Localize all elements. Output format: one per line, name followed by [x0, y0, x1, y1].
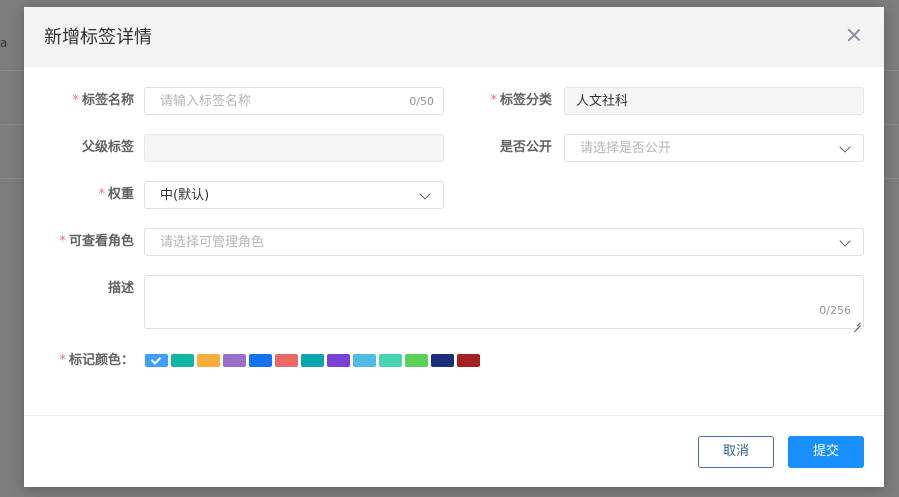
tag-category-field: 人文社科 — [564, 87, 864, 115]
weight-select[interactable]: 中(默认) — [144, 181, 444, 209]
label-text: 描述 — [107, 281, 134, 296]
is-public-placeholder: 请选择是否公开 — [580, 141, 672, 156]
viewer-roles-select[interactable]: 请选择可管理角色 — [144, 228, 864, 256]
weight-value: 中(默认) — [160, 188, 210, 203]
background-row-divider — [0, 178, 24, 179]
cancel-button[interactable]: 取消 — [698, 436, 774, 468]
background-row-divider — [884, 124, 899, 125]
color-swatch[interactable] — [197, 354, 220, 367]
tag-name-char-count: 0/50 — [409, 95, 434, 108]
tag-name-input[interactable]: 请输入标签名称 0/50 — [144, 87, 444, 115]
color-swatch[interactable] — [405, 354, 428, 367]
is-public-label: 是否公开 — [442, 140, 552, 156]
color-swatch[interactable] — [457, 354, 480, 367]
required-mark: * — [490, 93, 497, 108]
viewer-roles-label: * 可查看角色 — [24, 234, 134, 250]
background-row-divider — [0, 124, 24, 125]
tag-name-placeholder: 请输入标签名称 — [160, 94, 252, 109]
description-label: 描述 — [24, 281, 134, 297]
color-swatch[interactable] — [171, 354, 194, 367]
required-mark: * — [72, 93, 79, 108]
label-text: 父级标签 — [81, 140, 134, 155]
footer-divider — [24, 415, 884, 416]
chevron-down-icon — [839, 141, 851, 153]
label-text: 是否公开 — [499, 140, 552, 155]
label-text: 标记颜色： — [68, 353, 134, 368]
required-mark: * — [59, 353, 66, 368]
label-text: 标签分类 — [499, 93, 552, 108]
background-text: a — [0, 36, 8, 50]
label-text: 可查看角色 — [68, 234, 134, 249]
parent-tag-label: 父级标签 — [24, 140, 134, 156]
tag-name-label: * 标签名称 — [24, 93, 134, 109]
label-text: 标签名称 — [81, 93, 134, 108]
description-char-count: 0/256 — [819, 304, 851, 317]
tag-category-value: 人文社科 — [576, 94, 629, 109]
required-mark: * — [98, 187, 105, 202]
color-swatch[interactable] — [327, 354, 350, 367]
submit-button[interactable]: 提交 — [788, 436, 864, 468]
background-row-divider — [0, 70, 24, 71]
viewer-roles-placeholder: 请选择可管理角色 — [160, 235, 265, 250]
dialog-header: 新增标签详情 — [24, 7, 884, 67]
color-swatch[interactable] — [353, 354, 376, 367]
parent-tag-field — [144, 134, 444, 162]
color-swatch[interactable] — [145, 354, 168, 367]
weight-label: * 权重 — [24, 187, 134, 203]
color-swatch[interactable] — [223, 354, 246, 367]
color-swatch[interactable] — [431, 354, 454, 367]
description-textarea[interactable]: 0/256 — [144, 275, 864, 329]
chevron-down-icon — [419, 188, 431, 200]
add-tag-dialog: 新增标签详情 * 标签名称 请输入标签名称 0/50 * 标签分类 人文社科 父级标… — [24, 7, 884, 487]
required-mark: * — [59, 234, 66, 249]
label-text: 权重 — [107, 187, 134, 202]
close-icon[interactable] — [844, 25, 864, 45]
tag-category-label: * 标签分类 — [442, 93, 552, 109]
background-row-divider — [884, 178, 899, 179]
dialog-title: 新增标签详情 — [44, 27, 152, 48]
check-icon — [150, 354, 162, 365]
chevron-down-icon — [839, 235, 851, 247]
color-swatch[interactable] — [275, 354, 298, 367]
is-public-select[interactable]: 请选择是否公开 — [564, 134, 864, 162]
background-row-divider — [884, 70, 899, 71]
resize-handle-icon[interactable] — [853, 318, 861, 326]
color-swatch[interactable] — [301, 354, 324, 367]
color-swatch[interactable] — [249, 354, 272, 367]
tag-color-label: * 标记颜色： — [24, 353, 134, 369]
color-swatch[interactable] — [379, 354, 402, 367]
